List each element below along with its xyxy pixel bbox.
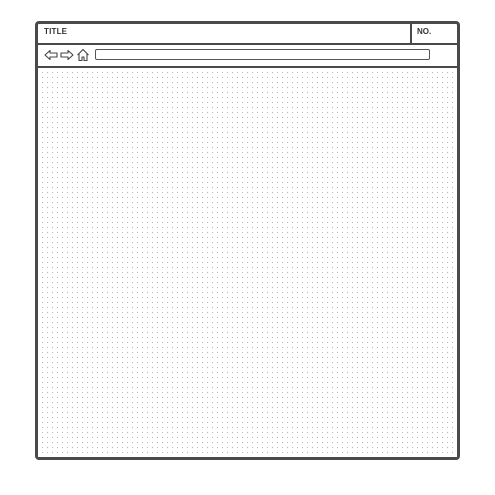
browser-window-wireframe: TITLE NO. bbox=[35, 21, 460, 460]
number-cell: NO. bbox=[410, 24, 457, 43]
forward-arrow-icon[interactable] bbox=[60, 48, 74, 62]
back-arrow-icon[interactable] bbox=[44, 48, 58, 62]
home-icon[interactable] bbox=[76, 48, 90, 62]
number-label: NO. bbox=[417, 27, 432, 36]
title-bar: TITLE NO. bbox=[38, 24, 457, 45]
window-title: TITLE bbox=[44, 27, 68, 36]
navigation-bar bbox=[38, 45, 457, 68]
address-bar[interactable] bbox=[95, 49, 430, 60]
dotted-grid-content-area bbox=[38, 68, 457, 457]
